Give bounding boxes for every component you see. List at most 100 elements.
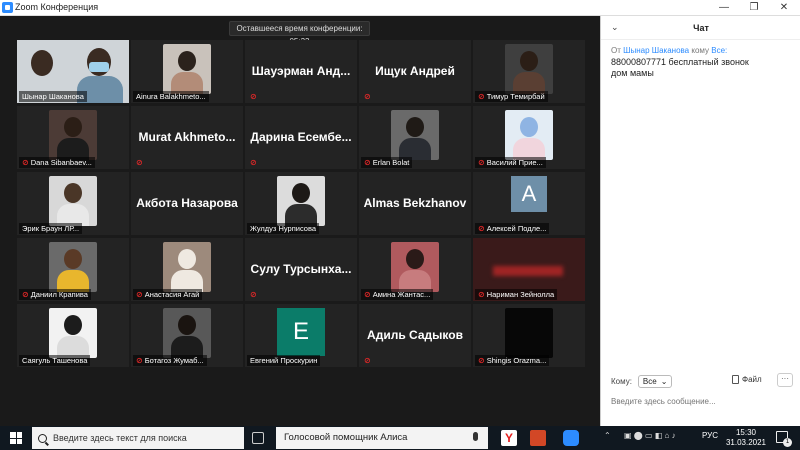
participant-tile[interactable]: Дарина Есембе... ⊘ (245, 106, 357, 169)
yandex-browser-icon[interactable]: Y (501, 430, 517, 446)
tray-icons: ▣ ⬤ ▭ ◧ ⌂ ♪ (624, 431, 676, 440)
participant-tile[interactable]: E Евгений Проскурин (245, 304, 357, 367)
participant-tile[interactable]: ⊘ Ботагоз Жумаб... (131, 304, 243, 367)
participant-tile[interactable]: ⊘ Анастасия Агай (131, 238, 243, 301)
mic-muted-icon: ⊘ (250, 290, 257, 299)
participant-label: ⊘ Амина Жантас... (361, 289, 434, 300)
recipient-select[interactable]: Все ⌄ (637, 375, 673, 388)
participant-video (391, 110, 439, 160)
participant-tile[interactable]: Саягуль Ташенова (17, 304, 129, 367)
participant-name-large: Almas Bekzhanov (363, 196, 467, 210)
participant-tile[interactable]: Эрик Браун ЛР... (17, 172, 129, 235)
participant-name: Шынар Шаканова (22, 92, 84, 101)
mic-muted-icon: ⊘ (136, 290, 143, 299)
participant-tile[interactable]: Шынар Шаканова (17, 40, 129, 103)
chat-panel: ⌄ Чат От Шынар Шаканова кому Все: 880008… (600, 16, 800, 426)
close-button[interactable]: ✕ (772, 0, 796, 16)
participant-label: Шынар Шаканова (19, 91, 87, 102)
message-meta: От Шынар Шаканова кому Все: (611, 46, 727, 55)
participant-name: Тимур Темирбай (486, 92, 545, 101)
participant-label: ⊘ (247, 157, 260, 168)
participant-video (49, 176, 97, 226)
participant-video (505, 308, 553, 358)
participant-video (163, 308, 211, 358)
powerpoint-icon[interactable] (530, 430, 546, 446)
participant-tile[interactable]: ⊘ Тимур Темирбай (473, 40, 585, 103)
participant-tile[interactable]: ⊘ Амина Жантас... (359, 238, 471, 301)
participant-name: Амина Жантас... (372, 290, 431, 299)
file-button[interactable]: Файл (732, 375, 762, 384)
assistant-bar[interactable]: Голосовой помощник Алиса (276, 427, 488, 449)
participant-name-large: Дарина Есембе... (250, 130, 352, 144)
participant-tile[interactable]: A ⊘ Алексей Подле... (473, 172, 585, 235)
participant-tile[interactable]: ⊘ Василий Прие... (473, 106, 585, 169)
participant-label: ⊘ (247, 289, 260, 300)
participant-label: ⊘ Анастасия Агай (133, 289, 203, 300)
participant-tile[interactable]: Жулдуз Нурписова (245, 172, 357, 235)
participant-tile[interactable]: Адиль Садыков ⊘ (359, 304, 471, 367)
participant-name-large: Шауэрман Анд... (251, 64, 351, 78)
participant-label: Жулдуз Нурписова (247, 223, 320, 234)
minimize-button[interactable]: — (712, 0, 736, 16)
participant-video (49, 242, 97, 292)
chat-input[interactable] (611, 394, 793, 408)
more-button[interactable]: ··· (777, 373, 793, 387)
assistant-text: Голосовой помощник Алиса (284, 432, 408, 443)
participant-name: Даниил Крапива (30, 290, 88, 299)
participant-label: ⊘ Shingis Orazma... (475, 355, 550, 366)
message-sender[interactable]: Шынар Шаканова (623, 46, 689, 55)
mic-muted-icon: ⊘ (478, 158, 485, 167)
participant-name: Ботагоз Жумаб... (144, 356, 204, 365)
participant-label: Ainura Balakhmeto... (133, 91, 209, 102)
participant-name: Василий Прие... (486, 158, 543, 167)
participant-video (505, 44, 553, 94)
clock[interactable]: 15:30 31.03.2021 (724, 428, 768, 448)
microphone-icon[interactable] (473, 432, 478, 441)
message-to-word: кому (691, 46, 710, 55)
recipient-row: Кому: Все ⌄ (611, 375, 673, 388)
task-view-icon[interactable] (252, 432, 264, 444)
participant-name-large: Сулу Турсынха... (250, 262, 352, 276)
participant-tile[interactable]: ⊘ Shingis Orazma... (473, 304, 585, 367)
participant-tile[interactable]: ⊘ Нариман Зейнолла (473, 238, 585, 301)
participant-name: Алексей Подле... (486, 224, 547, 233)
mic-muted-icon: ⊘ (364, 158, 371, 167)
search-icon (38, 433, 47, 443)
language-indicator[interactable]: РУС (702, 431, 718, 440)
notification-badge: 1 (783, 438, 792, 447)
taskbar-search[interactable]: Введите здесь текст для поиска (32, 427, 244, 449)
tray-chevron-icon[interactable]: ⌃ (604, 431, 611, 440)
participant-tile[interactable]: Ainura Balakhmeto... (131, 40, 243, 103)
participant-tile[interactable]: Сулу Турсынха... ⊘ (245, 238, 357, 301)
participant-tile[interactable]: Ищук Андрей ⊘ (359, 40, 471, 103)
zoom-logo-icon (2, 2, 13, 13)
participant-name: Dana Sibanbaev... (30, 158, 92, 167)
chat-header: ⌄ Чат (601, 16, 800, 40)
zoom-window: Zoom Конференция — ❐ ✕ Оставшееся время … (0, 0, 800, 450)
participant-avatar: A (511, 176, 547, 212)
participant-tile[interactable]: ⊘ Dana Sibanbaev... (17, 106, 129, 169)
participant-label: ⊘ Erlan Bolat (361, 157, 413, 168)
participant-label: Саягуль Ташенова (19, 355, 91, 366)
participant-name: Евгений Проскурин (250, 356, 318, 365)
participant-label: ⊘ (133, 157, 146, 168)
message-recipient: Все: (711, 46, 728, 55)
participant-tile[interactable]: Murat Akhmeto... ⊘ (131, 106, 243, 169)
restore-button[interactable]: ❐ (742, 0, 766, 16)
participant-label: ⊘ (247, 91, 260, 102)
mic-muted-icon: ⊘ (136, 356, 143, 365)
participant-tile[interactable]: Шауэрман Анд... ⊘ (245, 40, 357, 103)
participant-tile[interactable]: ⊘ Erlan Bolat (359, 106, 471, 169)
windows-start-icon[interactable] (10, 432, 22, 444)
zoom-taskbar-icon[interactable] (563, 430, 579, 446)
participant-tile[interactable]: Акбота Назарова (131, 172, 243, 235)
taskbar-search-placeholder: Введите здесь текст для поиска (53, 433, 187, 443)
participant-video (277, 176, 325, 226)
participant-name: Erlan Bolat (372, 158, 410, 167)
mic-muted-icon: ⊘ (364, 92, 371, 101)
participant-name: Нариман Зейнолла (486, 290, 555, 299)
participant-tile[interactable]: Almas Bekzhanov (359, 172, 471, 235)
participant-avatar: E (277, 308, 325, 356)
recipient-label: Кому: (611, 377, 632, 386)
participant-tile[interactable]: ⊘ Даниил Крапива (17, 238, 129, 301)
